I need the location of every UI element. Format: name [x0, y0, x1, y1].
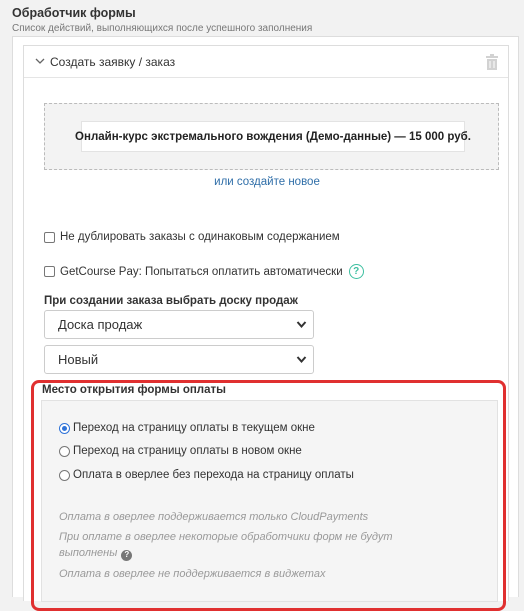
- product-dropzone[interactable]: Онлайн-курс экстремального вождения (Дем…: [44, 103, 499, 170]
- form-handler-header: Обработчик формы Список действий, выполн…: [12, 6, 312, 35]
- question-icon[interactable]: ?: [121, 549, 133, 561]
- no-duplicate-checkbox[interactable]: [44, 231, 55, 243]
- overlay-note: При оплате в оверлее некоторые обработчи…: [59, 529, 399, 561]
- selected-product[interactable]: Онлайн-курс экстремального вождения (Дем…: [75, 121, 471, 152]
- radio-current-window[interactable]: [59, 422, 70, 434]
- status-select[interactable]: Новый: [44, 345, 314, 374]
- payment-location-options: Переход на страницу оплаты в текущем окн…: [41, 400, 498, 602]
- create-new-link[interactable]: или создайте новое: [24, 176, 510, 188]
- section-subtitle: Список действий, выполняющихся после усп…: [12, 23, 313, 34]
- status-select-value: Новый: [58, 352, 99, 367]
- payment-location-label: Место открытия формы оплаты: [42, 384, 226, 396]
- chevron-down-icon: [296, 321, 307, 329]
- panel-title: Создать заявку / заказ: [50, 55, 176, 69]
- board-select-value: Доска продаж: [58, 317, 143, 332]
- payment-option-new-window[interactable]: Переход на страницу оплаты в новом окне: [59, 445, 302, 457]
- radio-new-window[interactable]: [59, 445, 70, 457]
- radio-overlay[interactable]: [59, 469, 70, 481]
- panel-header[interactable]: Создать заявку / заказ: [24, 46, 508, 78]
- overlay-note-text: При оплате в оверлее некоторые обработчи…: [59, 531, 393, 559]
- no-duplicate-label[interactable]: Не дублировать заказы с одинаковым содер…: [60, 231, 340, 243]
- getcourse-pay-checkbox[interactable]: [44, 266, 55, 277]
- help-icon[interactable]: ?: [348, 264, 364, 279]
- getcourse-pay-label[interactable]: GetCourse Pay: Попытаться оплатить автом…: [60, 266, 343, 278]
- no-duplicate-row[interactable]: Не дублировать заказы с одинаковым содер…: [44, 231, 340, 243]
- trash-icon[interactable]: [485, 54, 499, 70]
- payment-option-current-window[interactable]: Переход на страницу оплаты в текущем окн…: [59, 422, 315, 434]
- payment-location-highlight: Место открытия формы оплаты Переход на с…: [31, 380, 506, 611]
- getcourse-pay-row[interactable]: GetCourse Pay: Попытаться оплатить автом…: [44, 264, 364, 279]
- chevron-down-icon: [296, 356, 307, 364]
- board-label: При создании заказа выбрать доску продаж: [44, 295, 298, 307]
- payment-option-label[interactable]: Переход на страницу оплаты в новом окне: [73, 445, 302, 457]
- payment-option-overlay[interactable]: Оплата в оверлее без перехода на страниц…: [59, 469, 354, 481]
- board-select[interactable]: Доска продаж: [44, 310, 314, 339]
- overlay-note: Оплата в оверлее не поддерживается в вид…: [59, 568, 326, 580]
- overlay-note: Оплата в оверлее поддерживается только C…: [59, 511, 369, 523]
- actions-card: Создать заявку / заказ Онлайн-курс экстр…: [12, 36, 519, 611]
- section-title: Обработчик формы: [12, 6, 136, 20]
- chevron-down-icon[interactable]: [34, 55, 46, 67]
- payment-option-label[interactable]: Переход на страницу оплаты в текущем окн…: [73, 422, 315, 434]
- create-order-panel: Создать заявку / заказ Онлайн-курс экстр…: [23, 45, 510, 611]
- payment-option-label[interactable]: Оплата в оверлее без перехода на страниц…: [73, 469, 354, 481]
